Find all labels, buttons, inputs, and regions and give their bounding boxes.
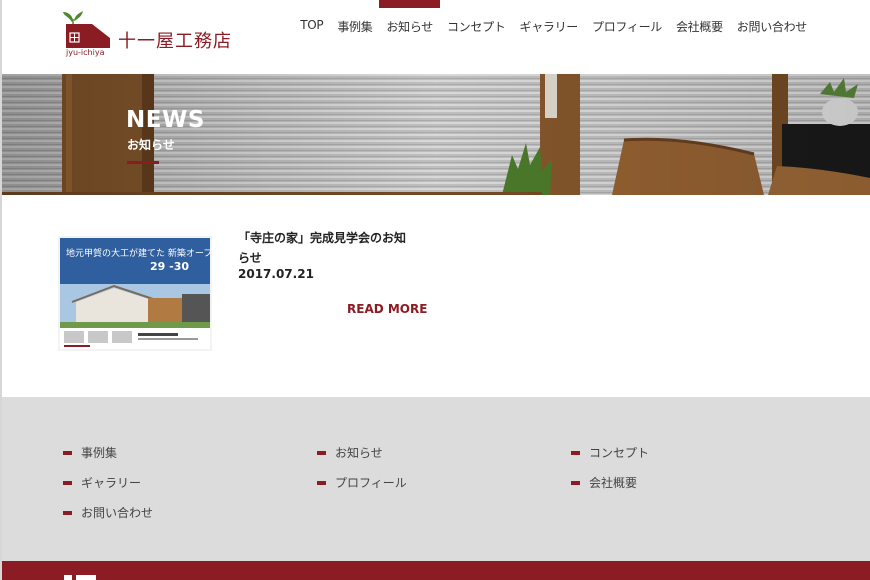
hero-background-photo	[2, 74, 870, 195]
bullet-icon	[571, 480, 580, 485]
thumb-date: 29 -30	[150, 260, 189, 273]
footer-link-cases[interactable]: 事例集	[63, 444, 117, 461]
nav-item-concept[interactable]: コンセプト	[440, 0, 513, 52]
thumb-headline: 地元甲賀の大工が建てた 新築オープンハウス	[66, 247, 212, 259]
footer-link-label: プロフィール	[335, 476, 407, 490]
footer-link-label: コンセプト	[589, 446, 650, 460]
footer-link-concept[interactable]: コンセプト	[571, 444, 649, 461]
footer-link-contact[interactable]: お問い合わせ	[63, 504, 153, 521]
bullet-icon	[317, 480, 326, 485]
nav-item-cases[interactable]: 事例集	[330, 0, 379, 52]
footer-bar	[2, 561, 870, 580]
read-more-link[interactable]: READ MORE	[347, 302, 427, 316]
footer-link-label: ギャラリー	[81, 476, 142, 490]
bullet-icon	[317, 450, 326, 455]
footer-link-label: 会社概要	[589, 476, 638, 490]
bullet-icon	[63, 510, 72, 515]
footer-link-label: お知らせ	[335, 446, 383, 460]
main-nav: TOP 事例集 お知らせ コンセプト ギャラリー プロフィール 会社概要 お問い…	[293, 0, 814, 52]
nav-item-company[interactable]: 会社概要	[669, 0, 730, 52]
news-item: 地元甲賀の大工が建てた 新築オープンハウス 29 -30 「寺庄の家」完成見学会…	[58, 228, 438, 358]
nav-item-gallery[interactable]: ギャラリー	[513, 0, 586, 52]
page-hero	[2, 74, 870, 195]
nav-item-contact[interactable]: お問い合わせ	[730, 0, 814, 52]
bullet-icon	[63, 480, 72, 485]
nav-item-profile[interactable]: プロフィール	[585, 0, 669, 52]
news-title[interactable]: 「寺庄の家」完成見学会のお知らせ	[238, 228, 416, 268]
title-underline	[127, 161, 159, 164]
bullet-icon	[63, 450, 72, 455]
nav-item-news[interactable]: お知らせ	[379, 0, 440, 52]
footer-link-label: 事例集	[81, 446, 118, 460]
logo-text: 十一屋工務店	[118, 31, 232, 52]
footer-logo-icon	[64, 575, 96, 580]
page-subtitle: お知らせ	[127, 138, 175, 152]
window-left-border	[0, 0, 2, 580]
footer-link-company[interactable]: 会社概要	[571, 474, 637, 491]
bullet-icon	[571, 450, 580, 455]
site-header: 十一屋工務店 jyu-ichiya TOP 事例集 お知らせ コンセプト ギャラ…	[0, 0, 870, 74]
nav-item-top[interactable]: TOP	[293, 0, 330, 52]
footer-link-profile[interactable]: プロフィール	[317, 474, 407, 491]
site-logo[interactable]: 十一屋工務店 jyu-ichiya	[62, 8, 237, 60]
footer-nav: 事例集 お知らせ コンセプト ギャラリー プロフィール 会社概要 お問い合わせ	[2, 397, 870, 561]
news-date: 2017.07.21	[238, 267, 314, 281]
footer-link-news[interactable]: お知らせ	[317, 444, 383, 461]
logo-subtext: jyu-ichiya	[66, 48, 105, 57]
footer-link-label: お問い合わせ	[81, 506, 154, 520]
page-title: NEWS	[126, 107, 205, 133]
news-thumbnail-image: 地元甲賀の大工が建てた 新築オープンハウス 29 -30	[58, 236, 212, 351]
footer-link-gallery[interactable]: ギャラリー	[63, 474, 141, 491]
